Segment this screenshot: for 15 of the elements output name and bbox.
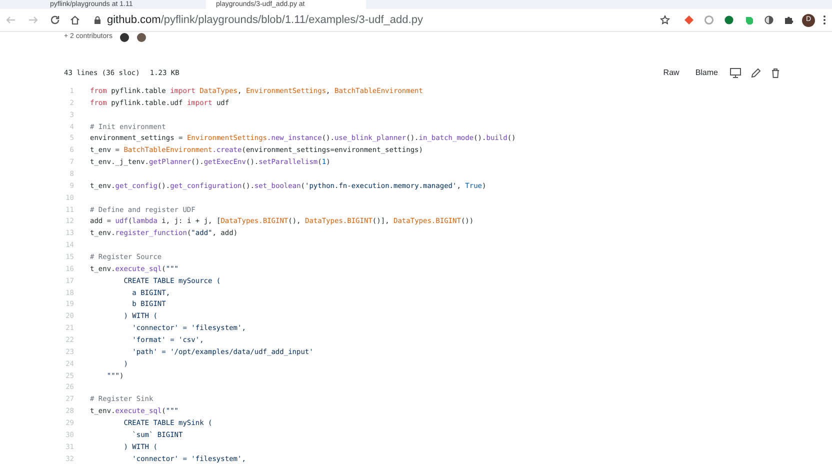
star-icon[interactable] bbox=[660, 15, 670, 25]
diamond-extension-icon[interactable] bbox=[684, 15, 694, 25]
file-action-button[interactable]: Raw bbox=[663, 67, 680, 79]
trash-icon[interactable] bbox=[771, 68, 780, 78]
pencil-icon[interactable] bbox=[751, 68, 761, 78]
lock-icon bbox=[94, 16, 101, 24]
reload-icon[interactable] bbox=[50, 15, 60, 25]
menu-icon[interactable] bbox=[823, 15, 826, 25]
puzzle-icon[interactable] bbox=[784, 15, 794, 25]
dot-extension-icon[interactable] bbox=[724, 15, 734, 25]
url-field[interactable]: github.com/pyflink/playgrounds/blob/1.11/examples/3-udf_add.py bbox=[107, 12, 423, 28]
desktop-icon[interactable] bbox=[730, 68, 741, 78]
home-icon[interactable] bbox=[70, 15, 80, 25]
half-circle-extension-icon[interactable] bbox=[764, 15, 774, 25]
file-action-button[interactable]: Blame bbox=[695, 67, 718, 79]
